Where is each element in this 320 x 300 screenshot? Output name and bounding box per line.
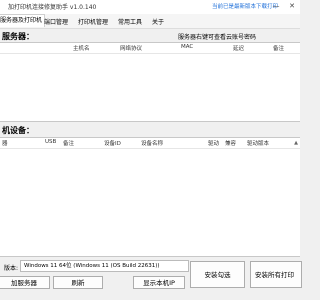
col-hostname[interactable]: 主机名 bbox=[73, 44, 90, 52]
col-mac[interactable]: MAC bbox=[181, 44, 193, 50]
devices-section-title: 机设备： bbox=[2, 126, 34, 135]
app-title: 加打印机连接修复助手 v1.0.140 bbox=[8, 4, 97, 11]
col-device-remark[interactable]: 备注 bbox=[63, 139, 74, 147]
col-remark[interactable]: 备注 bbox=[273, 44, 284, 52]
install-all-button[interactable]: 安装所有打印 bbox=[250, 261, 302, 288]
tab-common-tools[interactable]: 常用工具 bbox=[118, 17, 142, 26]
col-usb[interactable]: USB bbox=[45, 139, 56, 145]
title-bar: 加打印机连接修复助手 v1.0.140 当前已是最新版本下载打印 — ✕ bbox=[0, 0, 300, 15]
system-version-label: 版本: bbox=[4, 265, 19, 272]
col-latency[interactable]: 延迟 bbox=[233, 44, 244, 52]
close-icon[interactable]: ✕ bbox=[287, 1, 297, 11]
system-version-value: Windows 11 64位 (Windows 11 (OS Build 226… bbox=[20, 260, 189, 272]
col-protocol[interactable]: 网络协议 bbox=[120, 44, 142, 52]
install-selected-button[interactable]: 安装勾选 bbox=[190, 261, 245, 288]
col-device[interactable]: 器 bbox=[2, 139, 8, 147]
minimize-icon[interactable]: — bbox=[271, 1, 281, 11]
servers-table[interactable]: 主机名 网络协议 MAC 延迟 备注 bbox=[0, 42, 300, 122]
col-driver-version[interactable]: 驱动版本 bbox=[247, 139, 269, 147]
add-server-button[interactable]: 加服务器 bbox=[0, 276, 50, 289]
col-driver[interactable]: 驱动 bbox=[208, 139, 219, 147]
update-link[interactable]: 当前已是最新版本下载打印 bbox=[212, 2, 278, 10]
col-device-id[interactable]: 设备ID bbox=[104, 139, 121, 147]
servers-section-title: 服务器： bbox=[2, 32, 34, 41]
show-ip-button[interactable]: 显示本机IP bbox=[133, 276, 185, 289]
menu-bar: 服务器及打印机 端口管理 打印机管理 常用工具 关于 bbox=[0, 14, 300, 29]
devices-table[interactable]: 器 USB 备注 设备ID 设备名称 驱动 兼容 驱动版本 ▲ bbox=[0, 137, 300, 257]
col-device-name[interactable]: 设备名称 bbox=[141, 139, 163, 147]
col-compat[interactable]: 兼容 bbox=[225, 139, 236, 147]
tab-printer-management[interactable]: 打印机管理 bbox=[78, 17, 108, 26]
devices-table-header: 器 USB 备注 设备ID 设备名称 驱动 兼容 驱动版本 ▲ bbox=[0, 138, 300, 149]
scroll-up-icon[interactable]: ▲ bbox=[294, 140, 298, 146]
tab-port-management[interactable]: 端口管理 bbox=[44, 17, 68, 26]
servers-hint: 服务器右键可查看云账号密码 bbox=[178, 34, 257, 41]
tab-about[interactable]: 关于 bbox=[152, 17, 164, 26]
tab-servers-printers[interactable]: 服务器及打印机 bbox=[0, 14, 46, 27]
refresh-button[interactable]: 刷新 bbox=[53, 276, 103, 289]
servers-table-header: 主机名 网络协议 MAC 延迟 备注 bbox=[0, 43, 300, 54]
